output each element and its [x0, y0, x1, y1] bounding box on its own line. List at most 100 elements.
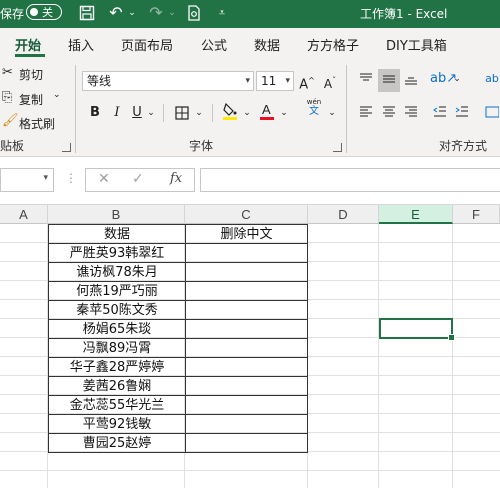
insert-function-icon[interactable]: fx	[170, 171, 182, 186]
font-launcher-icon[interactable]	[333, 143, 342, 152]
scissors-icon[interactable]: ✂	[2, 65, 13, 80]
align-top-icon[interactable]	[356, 69, 376, 92]
tab-fangfang[interactable]: 方方格子	[307, 35, 359, 54]
wrap-text-icon[interactable]: ab	[484, 69, 500, 89]
cell-c[interactable]	[186, 282, 307, 301]
font-color-dropdown-icon[interactable]: ⌄	[279, 103, 289, 123]
alignment-group-label: 对齐方式	[439, 139, 488, 153]
copy-dropdown-icon[interactable]: ⌄	[53, 90, 61, 100]
chevron-down-icon: ▾	[43, 173, 48, 183]
font-name-select[interactable]: 等线 ▾	[82, 71, 254, 91]
underline-dropdown-icon[interactable]: ⌄	[146, 103, 156, 123]
undo-icon[interactable]: ↶	[106, 2, 126, 24]
font-group-label: 字体	[189, 139, 214, 153]
phonetic-guide-button[interactable]: wén 文	[303, 97, 325, 117]
svg-text:A: A	[262, 102, 271, 117]
autosave-toggle[interactable]: 关	[26, 4, 62, 20]
merge-center-icon[interactable]	[484, 102, 500, 125]
fill-handle[interactable]	[448, 334, 455, 341]
column-header-f[interactable]: F	[453, 205, 500, 224]
more-options-icon[interactable]: ⋮	[65, 171, 77, 185]
cancel-icon[interactable]: ✕	[98, 171, 110, 187]
cell-b[interactable]: 平莺92钱敏	[49, 415, 185, 434]
worksheet-grid[interactable]: A B C D E F 数据 删除中文 严胜英93韩翠红 谯访枫78朱月 何燕19严巧丽…	[0, 205, 500, 488]
redo-dropdown-icon[interactable]: ⌄	[167, 2, 177, 24]
font-size-select[interactable]: 11 ▾	[256, 71, 294, 91]
cell-c[interactable]	[186, 415, 307, 434]
grow-font-button[interactable]: A^	[297, 71, 317, 95]
underline-button[interactable]: U	[129, 103, 145, 123]
redo-icon[interactable]: ↷	[146, 2, 166, 24]
customize-toolbar-icon[interactable]: ⩡	[212, 2, 232, 24]
font-size-value: 11	[261, 74, 277, 88]
cell-c[interactable]	[186, 434, 307, 453]
orientation-icon[interactable]: ab↗	[430, 69, 457, 89]
increase-indent-icon[interactable]	[452, 102, 472, 125]
borders-icon[interactable]	[172, 102, 192, 127]
cell-c[interactable]	[186, 244, 307, 263]
divider	[212, 104, 213, 122]
align-right-icon[interactable]	[401, 102, 421, 125]
cell-c[interactable]	[186, 396, 307, 415]
align-middle-icon[interactable]	[378, 69, 400, 92]
undo-dropdown-icon[interactable]: ⌄	[127, 2, 137, 24]
cell-b[interactable]: 谯访枫78朱月	[49, 263, 185, 282]
cell-b[interactable]: 何燕19严巧丽	[49, 282, 185, 301]
selected-cell[interactable]	[379, 318, 455, 341]
copy-button[interactable]: 复制	[19, 91, 43, 108]
formula-bar: ▾ ⋮ ✕ ✓ fx	[0, 157, 500, 205]
cell-b[interactable]: 冯飘89冯霄	[49, 339, 185, 358]
cell-c[interactable]	[186, 339, 307, 358]
borders-dropdown-icon[interactable]: ⌄	[194, 103, 204, 123]
tab-home[interactable]: 开始	[15, 35, 41, 54]
cell-c[interactable]	[186, 377, 307, 396]
header-cell-data[interactable]: 数据	[49, 225, 185, 244]
print-preview-icon[interactable]	[184, 2, 204, 27]
name-box[interactable]: ▾	[0, 168, 54, 192]
header-cell-delete-chinese[interactable]: 删除中文	[186, 225, 307, 244]
column-header-b[interactable]: B	[48, 205, 185, 224]
column-header-c[interactable]: C	[185, 205, 308, 224]
phonetic-dropdown-icon[interactable]: ⌄	[327, 103, 337, 123]
bold-button[interactable]: B	[86, 103, 104, 123]
format-painter-button[interactable]: 格式刷	[19, 115, 55, 132]
font-color-icon[interactable]: A	[257, 100, 277, 127]
cell-c[interactable]	[186, 358, 307, 377]
tab-diy-toolbox[interactable]: DIY工具箱	[386, 35, 447, 54]
tab-insert[interactable]: 插入	[68, 35, 94, 54]
cell-b[interactable]: 秦苹50陈文秀	[49, 301, 185, 320]
save-icon[interactable]	[76, 2, 98, 27]
shrink-font-button[interactable]: Aˇ	[320, 71, 340, 94]
column-header-d[interactable]: D	[308, 205, 379, 224]
column-header-a[interactable]: A	[0, 205, 48, 224]
cell-c[interactable]	[186, 320, 307, 339]
column-header-e[interactable]: E	[379, 205, 453, 224]
formula-input[interactable]	[200, 168, 500, 192]
cut-button[interactable]: 剪切	[19, 66, 43, 83]
cell-b[interactable]: 曹园25赵婷	[49, 434, 185, 453]
cell-b[interactable]: 严胜英93韩翠红	[49, 244, 185, 263]
cell-b[interactable]: 华子鑫28严婷婷	[49, 358, 185, 377]
align-bottom-icon[interactable]	[401, 69, 421, 92]
fill-color-icon[interactable]	[220, 100, 240, 127]
divider	[163, 104, 164, 122]
align-left-icon[interactable]	[356, 102, 376, 125]
clipboard-launcher-icon[interactable]	[62, 143, 71, 152]
chevron-down-icon: ▾	[245, 76, 250, 86]
italic-button[interactable]: I	[108, 103, 126, 123]
cell-b[interactable]: 金芯蕊55华光兰	[49, 396, 185, 415]
orientation-dropdown-icon[interactable]: ⌄	[452, 69, 462, 89]
tab-page-layout[interactable]: 页面布局	[121, 35, 173, 54]
cell-c[interactable]	[186, 263, 307, 282]
cell-b[interactable]: 杨娟65朱琰	[49, 320, 185, 339]
tab-formulas[interactable]: 公式	[201, 35, 227, 54]
fill-color-dropdown-icon[interactable]: ⌄	[242, 103, 252, 123]
decrease-indent-icon[interactable]	[430, 102, 450, 125]
cell-b[interactable]: 姜茜26鲁娴	[49, 377, 185, 396]
format-painter-icon[interactable]: 🖌	[2, 113, 19, 128]
enter-icon[interactable]: ✓	[132, 171, 144, 187]
cell-c[interactable]	[186, 301, 307, 320]
copy-icon[interactable]: ⎘	[2, 90, 12, 105]
tab-data[interactable]: 数据	[254, 35, 280, 54]
align-center-icon[interactable]	[378, 102, 400, 125]
